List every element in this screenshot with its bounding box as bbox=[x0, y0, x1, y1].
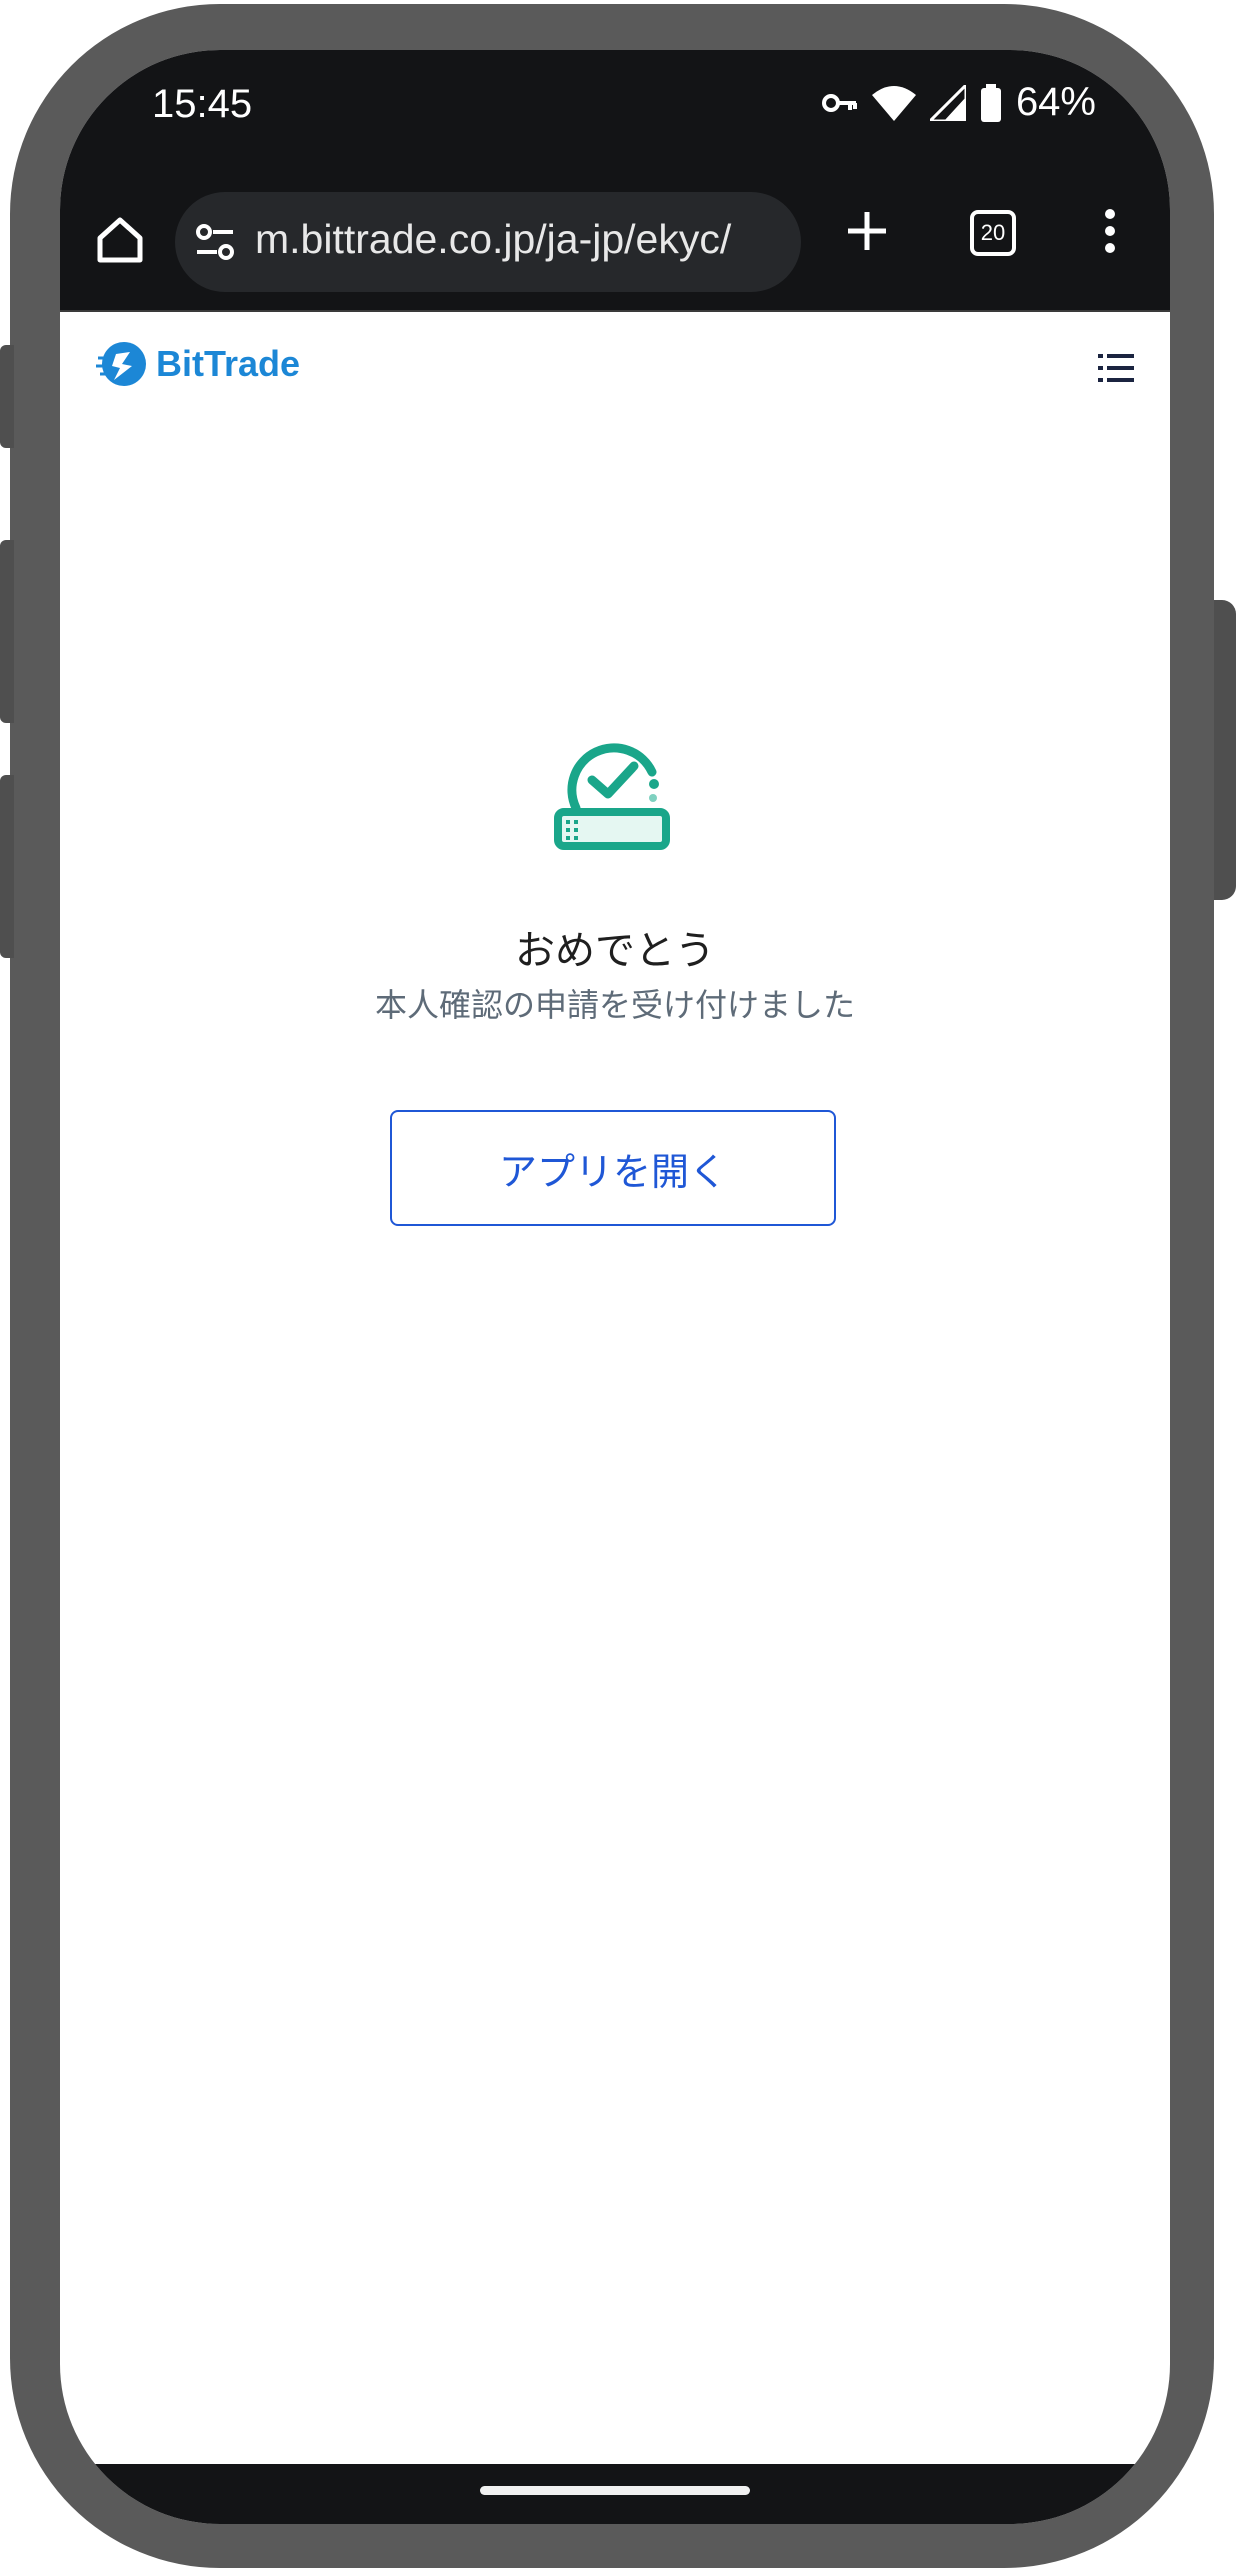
power-button bbox=[1214, 600, 1236, 900]
site-settings-icon[interactable] bbox=[195, 222, 235, 262]
home-indicator[interactable] bbox=[480, 2486, 750, 2495]
signal-icon bbox=[929, 84, 966, 121]
phone-screen: 15:45 64% m.bittrade.co.jp/ja-jp/ekyc/ 2… bbox=[60, 50, 1170, 2524]
menu-icon[interactable] bbox=[1100, 206, 1120, 256]
side-button bbox=[0, 775, 14, 958]
open-app-label: アプリを開く bbox=[498, 1149, 727, 1194]
browser-toolbar: m.bittrade.co.jp/ja-jp/ekyc/ 20 bbox=[60, 170, 1170, 312]
result-message: 本人確認の申請を受け付けました bbox=[374, 986, 855, 1024]
status-time: 15:45 bbox=[152, 82, 253, 126]
new-tab-icon[interactable] bbox=[844, 208, 890, 254]
site-header: BitTrade bbox=[60, 312, 1170, 422]
home-icon[interactable] bbox=[90, 210, 150, 270]
result-title: おめでとう bbox=[515, 928, 715, 974]
tabs-icon[interactable]: 20 bbox=[970, 210, 1016, 256]
side-button bbox=[0, 345, 14, 448]
vpn-key-icon bbox=[821, 93, 857, 112]
gesture-nav-bar bbox=[60, 2464, 1170, 2524]
battery-percent: 64% bbox=[1015, 80, 1096, 124]
battery-icon bbox=[980, 83, 1001, 122]
tab-count: 20 bbox=[980, 220, 1006, 245]
url-text[interactable]: m.bittrade.co.jp/ja-jp/ekyc/ bbox=[255, 216, 731, 263]
side-button bbox=[0, 540, 14, 723]
address-bar[interactable]: m.bittrade.co.jp/ja-jp/ekyc/ bbox=[175, 192, 801, 292]
status-bar: 15:45 64% bbox=[60, 50, 1170, 170]
open-app-button[interactable]: アプリを開く bbox=[390, 1110, 836, 1226]
logo-text: BitTrade bbox=[156, 343, 301, 384]
bittrade-logo[interactable]: BitTrade bbox=[96, 338, 300, 390]
success-check-icon bbox=[554, 743, 670, 850]
wifi-icon bbox=[871, 85, 916, 121]
bittrade-logo-icon bbox=[96, 342, 146, 386]
hamburger-icon[interactable] bbox=[1098, 352, 1134, 384]
status-icons: 64% bbox=[821, 80, 1096, 125]
